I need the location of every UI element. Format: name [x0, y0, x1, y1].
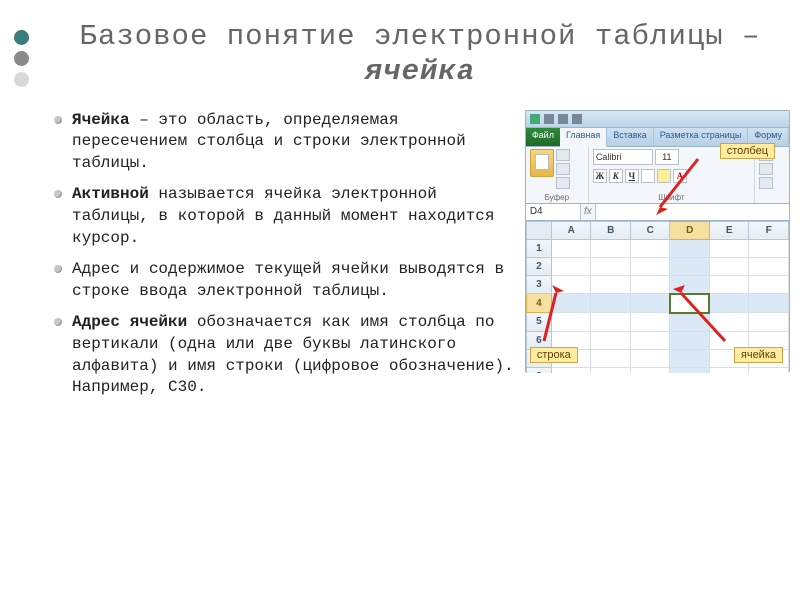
- tab-file[interactable]: Файл: [526, 128, 560, 146]
- title-em: ячейка: [365, 55, 475, 88]
- bullet-item: Адрес и содержимое текущей ячейки выводя…: [50, 259, 517, 302]
- group-label-clipboard: Буфер обмена: [530, 193, 584, 203]
- bullet-list: Ячейка – это область, определяемая перес…: [50, 110, 517, 409]
- col-header[interactable]: C: [630, 221, 670, 239]
- row-header[interactable]: 8: [526, 367, 551, 373]
- slide-title: Базовое понятие электронной таблицы – яч…: [50, 20, 790, 90]
- title-main: Базовое понятие электронной таблицы –: [80, 20, 761, 53]
- copy-icon[interactable]: [556, 163, 570, 175]
- fx-icon[interactable]: fx: [581, 204, 595, 220]
- bullet-item: Ячейка – это область, определяемая перес…: [50, 110, 517, 175]
- ribbon-group-clipboard: Буфер обмена: [526, 147, 589, 203]
- bullet-text: Адрес и содержимое текущей ячейки выводя…: [72, 260, 504, 300]
- border-button[interactable]: [641, 169, 655, 183]
- dot-teal: [14, 30, 29, 45]
- underline-button[interactable]: Ч: [625, 169, 639, 183]
- excel-icon: [530, 114, 540, 124]
- col-header-selected[interactable]: D: [670, 221, 710, 239]
- col-header[interactable]: F: [749, 221, 789, 239]
- font-name-select[interactable]: Calibri: [593, 149, 653, 165]
- select-all-corner[interactable]: [526, 221, 551, 239]
- dot-gray: [14, 51, 29, 66]
- align-icon[interactable]: [759, 177, 773, 189]
- row-header[interactable]: 2: [526, 257, 551, 275]
- tab-insert[interactable]: Вставка: [607, 128, 653, 146]
- bullet-item: Активной называется ячейка электронной т…: [50, 184, 517, 249]
- bullet-bold: Ячейка: [72, 111, 130, 129]
- decorative-dots: [14, 30, 29, 87]
- redo-icon: [572, 114, 582, 124]
- bold-button[interactable]: Ж: [593, 169, 607, 183]
- bullet-bold: Адрес ячейки: [72, 313, 187, 331]
- save-icon: [544, 114, 554, 124]
- slide-body: Ячейка – это область, определяемая перес…: [50, 110, 790, 409]
- cut-icon[interactable]: [556, 149, 570, 161]
- bullet-text: – это область, определяемая пересечением…: [72, 111, 466, 172]
- format-painter-icon[interactable]: [556, 177, 570, 189]
- col-header[interactable]: E: [709, 221, 749, 239]
- bullet-bold: Активной: [72, 185, 149, 203]
- callout-column: столбец: [720, 143, 775, 159]
- callout-row: строка: [530, 347, 578, 363]
- undo-icon: [558, 114, 568, 124]
- arrow-row-icon: [534, 285, 564, 343]
- col-header[interactable]: A: [551, 221, 591, 239]
- tab-home[interactable]: Главная: [560, 128, 607, 147]
- quick-access-toolbar: [526, 111, 789, 128]
- arrow-column-icon: [654, 157, 700, 217]
- dot-light: [14, 72, 29, 87]
- callout-cell: ячейка: [734, 347, 783, 363]
- slide: Базовое понятие электронной таблицы – яч…: [0, 0, 800, 600]
- arrow-cell-icon: [673, 285, 729, 343]
- italic-button[interactable]: К: [609, 169, 623, 183]
- name-box[interactable]: D4: [526, 204, 581, 220]
- col-header[interactable]: B: [591, 221, 631, 239]
- row-header[interactable]: 1: [526, 239, 551, 257]
- align-icon[interactable]: [759, 163, 773, 175]
- bullet-item: Адрес ячейки обозначается как имя столбц…: [50, 312, 517, 398]
- paste-icon[interactable]: [530, 149, 554, 177]
- excel-screenshot: столбец строка ячейка Файл Главная: [525, 110, 790, 372]
- group-label-align: [759, 193, 785, 203]
